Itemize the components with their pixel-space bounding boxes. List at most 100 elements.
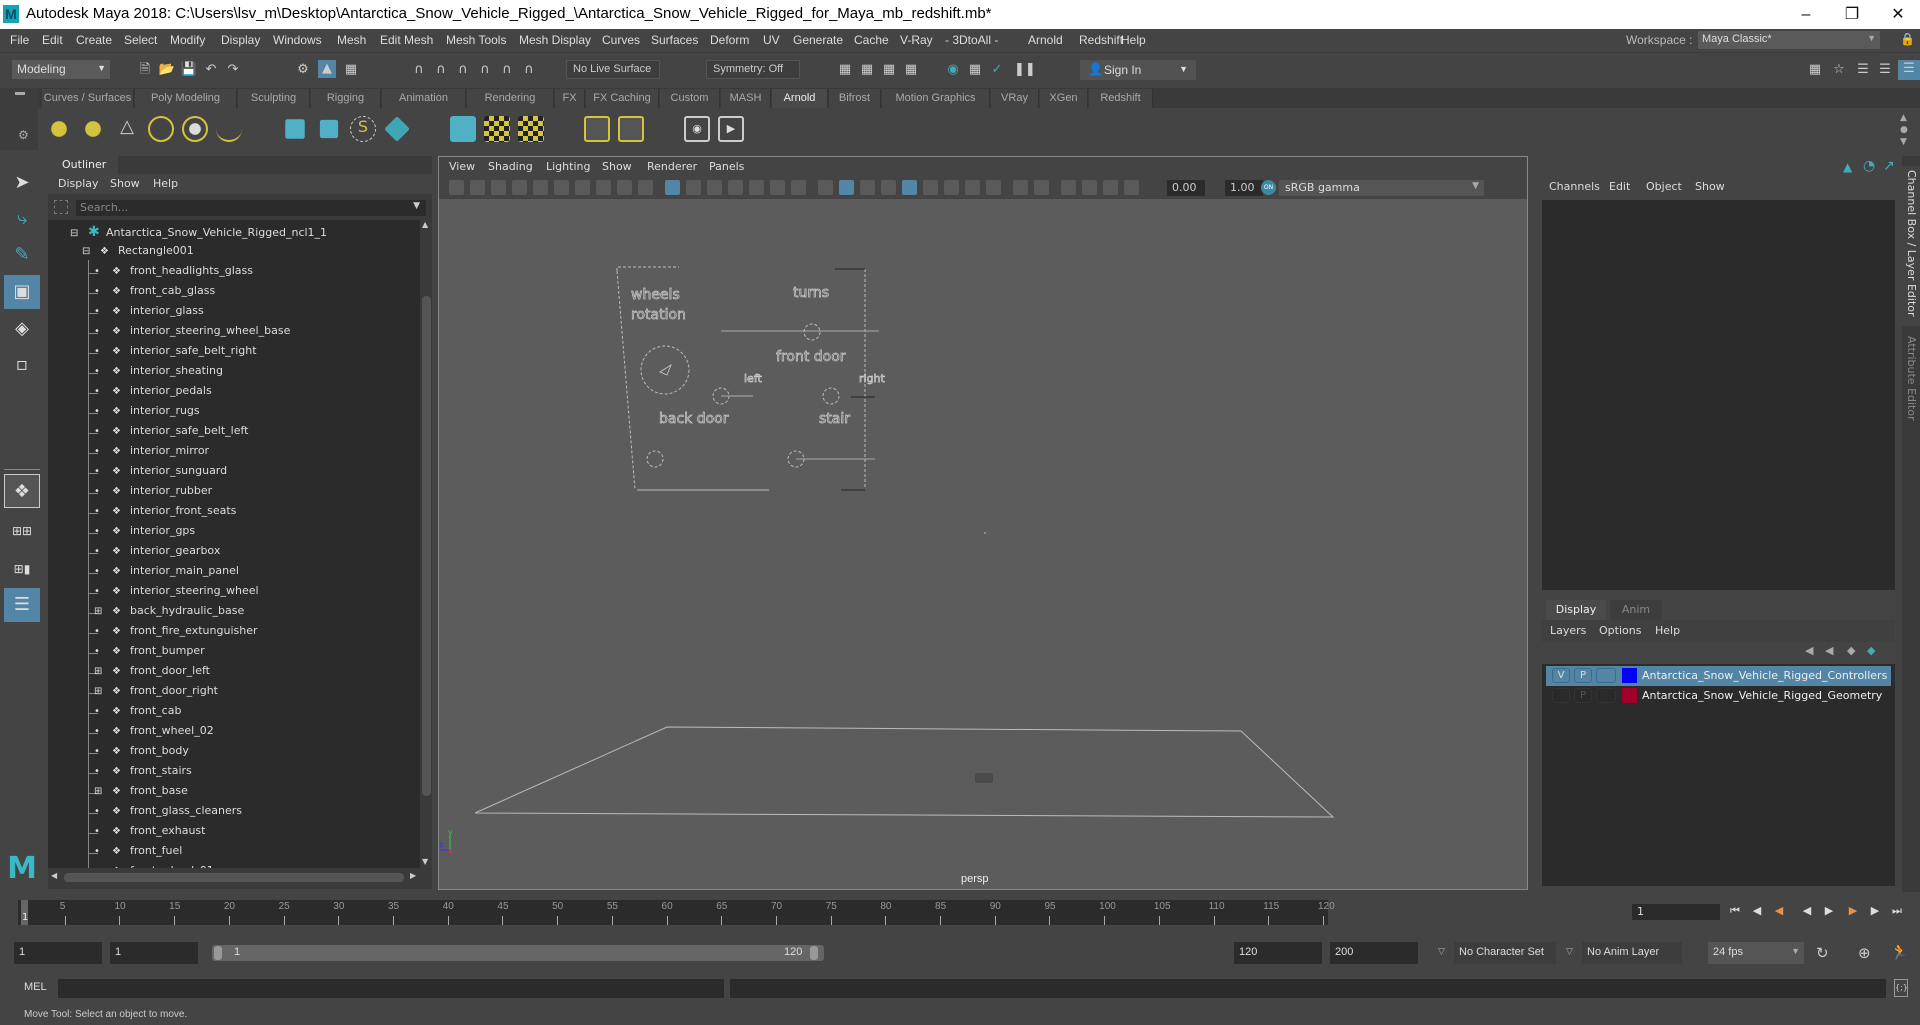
tree-item[interactable]: • ❖ interior_sheating bbox=[94, 364, 223, 384]
bookmark-icon[interactable] bbox=[491, 180, 506, 195]
command-input[interactable] bbox=[58, 979, 724, 998]
outliner-menu-show[interactable]: Show bbox=[110, 177, 140, 190]
command-language-label[interactable]: MEL bbox=[24, 981, 47, 993]
menu-vray[interactable]: V-Ray bbox=[900, 33, 933, 47]
camera-attributes-icon[interactable] bbox=[470, 180, 485, 195]
menu-mesh[interactable]: Mesh bbox=[337, 33, 366, 47]
shelf-tab-custom[interactable]: Custom bbox=[660, 89, 720, 108]
attribute-editor-icon[interactable]: ☰ bbox=[1854, 61, 1872, 79]
step-back-key-icon[interactable]: ◀ bbox=[1750, 904, 1764, 920]
menu-help[interactable]: Help bbox=[1121, 33, 1146, 47]
outliner-layout-icon[interactable]: ☰ bbox=[4, 588, 40, 622]
rotate-tool-icon[interactable]: ◈ bbox=[4, 312, 40, 346]
tree-item[interactable]: • ❖ interior_rubber bbox=[94, 484, 212, 504]
collapse-icon[interactable]: ⊟ bbox=[70, 228, 84, 239]
snap-view-plane-icon[interactable]: ∩ bbox=[476, 61, 494, 79]
vp-menu-view[interactable]: View bbox=[449, 160, 475, 173]
expand-icon[interactable]: ⊞ bbox=[94, 686, 108, 697]
field-chart-icon[interactable] bbox=[749, 180, 764, 195]
shelf-tab-redshift[interactable]: Redshift bbox=[1089, 89, 1153, 108]
close-button[interactable]: ✕ bbox=[1875, 0, 1920, 29]
modeling-toolkit-icon[interactable]: ▦ bbox=[1806, 61, 1824, 79]
select-component-icon[interactable]: ▦ bbox=[342, 61, 360, 79]
cb-menu-edit[interactable]: Edit bbox=[1609, 180, 1630, 193]
render-settings-icon[interactable]: ▦ bbox=[902, 61, 920, 79]
move-tool-icon[interactable]: ▣ bbox=[4, 275, 40, 309]
camera-bookmark-icon[interactable] bbox=[638, 180, 653, 195]
menu-display[interactable]: Display bbox=[221, 33, 260, 47]
symmetry-field[interactable]: Symmetry: Off bbox=[706, 60, 800, 79]
tree-item[interactable]: • ❖ front_exhaust bbox=[94, 824, 205, 844]
playback-end-field[interactable]: 120 bbox=[1234, 942, 1322, 964]
film-gate-icon[interactable] bbox=[686, 180, 701, 195]
menu-surfaces[interactable]: Surfaces bbox=[651, 33, 698, 47]
exposure-field[interactable]: 0.00 bbox=[1167, 180, 1205, 196]
shelf-tab-bifrost[interactable]: Bifrost bbox=[829, 89, 881, 108]
menu-mesh-display[interactable]: Mesh Display bbox=[519, 33, 591, 47]
standin-create-icon[interactable] bbox=[285, 119, 305, 139]
chevron-down-icon[interactable]: ▽ bbox=[1438, 947, 1445, 957]
viewport-canvas[interactable]: wheels rotation turns left front door ri… bbox=[439, 199, 1527, 889]
menu-modify[interactable]: Modify bbox=[170, 33, 205, 47]
shelf-tab-xgen[interactable]: XGen bbox=[1040, 89, 1088, 108]
shelf-tab-arnold[interactable]: Arnold bbox=[772, 89, 828, 108]
shelf-tab-curves-surfaces[interactable]: Curves / Surfaces bbox=[42, 89, 134, 108]
outliner-tab[interactable]: Outliner bbox=[48, 156, 118, 174]
color-space-select[interactable]: sRGB gamma ▼ bbox=[1279, 180, 1484, 196]
menu-mesh-tools[interactable]: Mesh Tools bbox=[446, 33, 506, 47]
viewport-panel[interactable]: View Shading Lighting Show Renderer Pane… bbox=[438, 156, 1528, 890]
tree-item[interactable]: • ❖ interior_mirror bbox=[94, 444, 209, 464]
menu-create[interactable]: Create bbox=[76, 33, 112, 47]
flush-caches-icon[interactable] bbox=[518, 116, 544, 142]
tree-item[interactable]: • ❖ front_wheel_02 bbox=[94, 724, 214, 744]
tab-display[interactable]: Display bbox=[1546, 600, 1606, 620]
cb-menu-show[interactable]: Show bbox=[1695, 180, 1725, 193]
le-menu-help[interactable]: Help bbox=[1655, 624, 1680, 637]
step-back-frame-icon[interactable]: ◀ bbox=[1772, 904, 1786, 920]
new-layer-selected-icon[interactable]: ◆ bbox=[1867, 644, 1875, 657]
select-tool-icon[interactable]: ➤ bbox=[4, 166, 40, 200]
save-scene-icon[interactable]: 💾 bbox=[180, 61, 198, 79]
tab-attribute-editor[interactable]: Attribute Editor bbox=[1902, 332, 1920, 432]
menu-select[interactable]: Select bbox=[124, 33, 157, 47]
screen-space-ao-icon[interactable] bbox=[965, 180, 980, 195]
grid-icon[interactable] bbox=[665, 180, 680, 195]
outliner-horizontal-scrollbar[interactable]: ◀ ▶ bbox=[48, 870, 420, 884]
speed-icon[interactable]: ◔ bbox=[1863, 158, 1875, 174]
image-plane-icon[interactable] bbox=[512, 180, 527, 195]
chevron-down-icon[interactable]: ▽ bbox=[1566, 947, 1573, 957]
xray-icon[interactable] bbox=[1082, 180, 1097, 195]
tree-item[interactable]: ⊞ ❖ front_base bbox=[94, 784, 188, 804]
lock-icon[interactable]: 🔒 bbox=[1900, 32, 1915, 47]
standin-export-icon[interactable] bbox=[319, 119, 339, 139]
play-forward-icon[interactable]: ▶ bbox=[1822, 904, 1836, 920]
skydome-light-icon[interactable] bbox=[148, 116, 174, 142]
tree-item[interactable]: • ❖ front_stairs bbox=[94, 764, 192, 784]
cb-menu-object[interactable]: Object bbox=[1646, 180, 1682, 193]
wheels-rotation-control[interactable] bbox=[640, 345, 690, 395]
scale-tool-icon[interactable]: ▫ bbox=[4, 348, 40, 382]
new-scene-icon[interactable]: 🗎 bbox=[136, 61, 154, 79]
render-icon[interactable]: ▶ bbox=[718, 116, 744, 142]
texture-manager-icon[interactable] bbox=[484, 116, 510, 142]
gamma-field[interactable]: 1.00 bbox=[1225, 180, 1263, 196]
shelf-tab-sculpting[interactable]: Sculpting bbox=[238, 89, 310, 108]
shader-ball-icon[interactable] bbox=[584, 116, 610, 142]
animation-preferences-icon[interactable]: 🏃 bbox=[1890, 943, 1909, 961]
camera-track-icon[interactable] bbox=[596, 180, 611, 195]
layer-color-swatch[interactable] bbox=[1622, 688, 1637, 703]
vp-menu-renderer[interactable]: Renderer bbox=[647, 160, 697, 173]
vp-menu-show[interactable]: Show bbox=[602, 160, 632, 173]
go-to-end-icon[interactable]: ⏭ bbox=[1890, 904, 1904, 920]
go-to-start-icon[interactable]: ⏮ bbox=[1728, 904, 1742, 920]
range-end-handle[interactable] bbox=[810, 946, 818, 960]
area-light-icon[interactable] bbox=[46, 116, 72, 142]
expand-icon[interactable]: ⊞ bbox=[94, 606, 108, 617]
maximize-button[interactable]: ❐ bbox=[1829, 0, 1875, 29]
camera-dolly-icon[interactable] bbox=[617, 180, 632, 195]
expand-icon[interactable]: ⊞ bbox=[94, 666, 108, 677]
collapse-icon[interactable]: ⊟ bbox=[82, 246, 96, 257]
tree-item[interactable]: • ❖ front_headlights_glass bbox=[94, 264, 253, 284]
isolate-select-icon[interactable] bbox=[1061, 180, 1076, 195]
two-pane-layout-icon[interactable]: ⊞▮ bbox=[4, 552, 40, 586]
